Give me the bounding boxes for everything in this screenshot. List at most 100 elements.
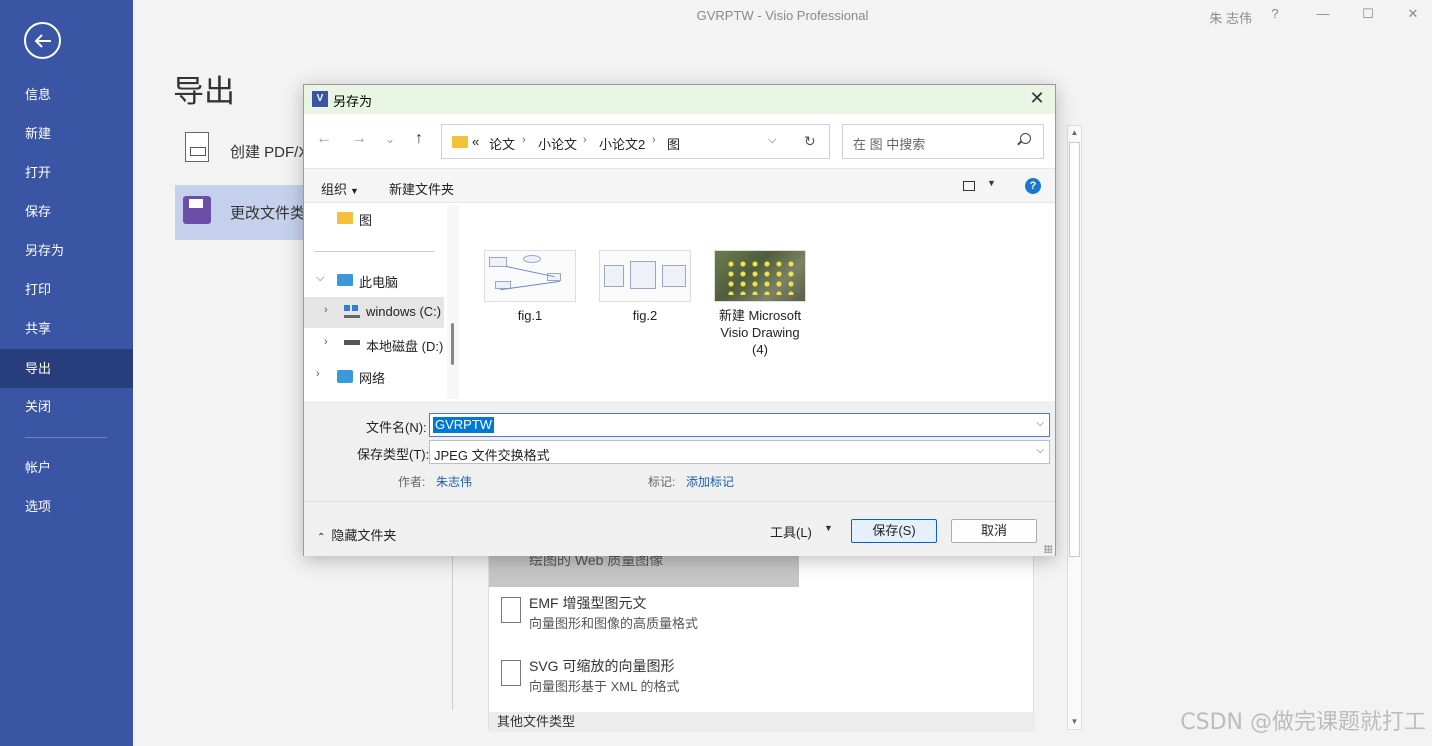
author-value[interactable]: 朱志伟 xyxy=(436,473,472,490)
refresh-icon[interactable]: ↻ xyxy=(804,133,816,150)
help-icon[interactable]: ? xyxy=(1025,178,1041,194)
address-bar[interactable]: « 论文 › 小论文 › 小论文2 › 图 ⌵ ↻ xyxy=(441,124,830,159)
nav-close[interactable]: 关闭 xyxy=(0,387,133,426)
breadcrumb-xiaolunwen2[interactable]: 小论文2 xyxy=(599,134,645,153)
breadcrumb-overflow[interactable]: « xyxy=(472,134,479,149)
minimize-button[interactable]: — xyxy=(1313,6,1333,21)
hide-folders-label: 隐藏文件夹 xyxy=(331,528,397,543)
back-arrow-icon[interactable] xyxy=(24,22,61,59)
cancel-button[interactable]: 取消 xyxy=(951,519,1037,543)
file-name-line-2: Visio Drawing xyxy=(720,325,800,340)
tags-label: 标记: xyxy=(648,475,676,489)
save-button[interactable]: 保存(S) xyxy=(851,519,937,543)
save-type-select[interactable]: JPEG 文件交换格式 ⌵ xyxy=(429,440,1050,464)
breadcrumb-tu[interactable]: 图 xyxy=(667,134,680,153)
nav-options[interactable]: 选项 xyxy=(0,487,133,526)
search-input[interactable]: 在 图 中搜索 xyxy=(853,134,925,153)
create-pdf-option[interactable]: 创建 PDF/X xyxy=(175,124,310,179)
nav-export[interactable]: 导出 xyxy=(0,349,133,388)
chevron-right-icon[interactable]: › xyxy=(324,336,328,348)
folder-icon xyxy=(337,212,353,224)
nav-open[interactable]: 打开 xyxy=(0,153,133,192)
maximize-button[interactable]: ☐ xyxy=(1358,6,1378,22)
backstage-nav: 信息 新建 打开 保存 另存为 打印 共享 导出 关闭 帐户 选项 xyxy=(0,0,133,746)
add-tags-link[interactable]: 添加标记 xyxy=(686,473,734,490)
change-file-type-option[interactable]: 更改文件类 xyxy=(175,185,310,240)
file-type-web-image[interactable]: 绘图的 Web 质量图像 xyxy=(489,552,799,587)
tree-item-windows-c[interactable]: › windows (C:) xyxy=(304,297,444,328)
file-item-visio-drawing-4[interactable]: 新建 Microsoft Visio Drawing (4) xyxy=(710,250,810,358)
recent-locations-icon[interactable]: ⌄ xyxy=(380,132,400,146)
bottom-divider xyxy=(304,501,1055,502)
scroll-thumb[interactable] xyxy=(1069,142,1080,557)
nav-account[interactable]: 帐户 xyxy=(0,448,133,487)
caret-down-icon[interactable]: ▼ xyxy=(987,178,996,188)
page-title: 导出 xyxy=(173,74,235,109)
organize-button[interactable]: 组织 ▼ xyxy=(321,179,359,198)
hide-folders-button[interactable]: ⌃ 隐藏文件夹 xyxy=(317,525,396,544)
user-name[interactable]: 朱 志伟 xyxy=(1209,8,1252,27)
file-type-list: 绘图的 Web 质量图像 EMF 增强型图元文 向量图形和图像的高质量格式 SV… xyxy=(488,552,1035,732)
view-options-icon[interactable] xyxy=(963,181,975,191)
up-folder-icon[interactable]: ↑ xyxy=(409,130,429,148)
tree-scroll-thumb[interactable] xyxy=(451,323,454,365)
other-file-types-header: 其他文件类型 xyxy=(489,712,1035,732)
file-item-fig1[interactable]: fig.1 xyxy=(480,250,580,324)
breadcrumb-lunwen[interactable]: 论文 xyxy=(489,134,515,153)
chevron-down-icon[interactable]: ⌵ xyxy=(768,134,776,147)
dialog-bottom-panel: 文件名(N): GVRPTW ⌵ 保存类型(T): JPEG 文件交换格式 ⌵ … xyxy=(304,401,1055,556)
tree-item-network[interactable]: › 网络 xyxy=(304,361,444,392)
nav-print[interactable]: 打印 xyxy=(0,270,133,309)
forward-icon[interactable]: → xyxy=(349,130,369,148)
search-icon[interactable] xyxy=(1020,133,1031,144)
chevron-right-icon[interactable]: › xyxy=(316,368,320,380)
file-name-visio-drawing-4: 新建 Microsoft Visio Drawing (4) xyxy=(710,307,810,358)
tools-button[interactable]: 工具(L) xyxy=(770,522,812,541)
nav-share[interactable]: 共享 xyxy=(0,309,133,348)
network-icon xyxy=(337,370,353,383)
nav-save-as[interactable]: 另存为 xyxy=(0,231,133,270)
caret-down-icon[interactable]: ▼ xyxy=(824,523,833,533)
file-name-fig2: fig.2 xyxy=(632,308,658,323)
search-box[interactable]: 在 图 中搜索 xyxy=(842,124,1044,159)
svg-file-icon xyxy=(501,660,521,686)
file-type-emf[interactable]: EMF 增强型图元文 向量图形和图像的高质量格式 xyxy=(489,589,1035,645)
nav-info[interactable]: 信息 xyxy=(0,75,133,114)
tree-item-tu[interactable]: 图 xyxy=(304,203,444,234)
back-icon[interactable]: ← xyxy=(314,130,334,148)
scroll-up-icon[interactable]: ▲ xyxy=(1068,126,1081,140)
windows-drive-icon xyxy=(344,305,360,319)
file-type-svg-title: SVG 可缩放的向量图形 xyxy=(529,658,675,674)
nav-new[interactable]: 新建 xyxy=(0,114,133,153)
help-button[interactable]: ? xyxy=(1265,6,1285,21)
chevron-down-icon[interactable]: ⌵ xyxy=(1036,418,1044,429)
folder-icon xyxy=(452,136,468,148)
file-type-svg[interactable]: SVG 可缩放的向量图形 向量图形基于 XML 的格式 xyxy=(489,652,1035,708)
tree-item-this-pc-label: 此电脑 xyxy=(359,275,399,290)
page-scrollbar[interactable]: ▲ ▼ xyxy=(1067,125,1082,730)
file-name-line-3: (4) xyxy=(752,342,768,357)
save-as-icon xyxy=(183,196,211,224)
resize-grip-icon[interactable] xyxy=(1044,545,1052,553)
author-label: 作者: xyxy=(398,475,426,489)
chevron-down-icon[interactable]: ⌵ xyxy=(316,272,324,285)
chevron-up-icon: ⌃ xyxy=(317,532,326,543)
file-item-fig2[interactable]: fig.2 xyxy=(595,250,695,324)
chevron-right-icon[interactable]: › xyxy=(324,304,328,316)
content-divider xyxy=(452,555,453,710)
breadcrumb-xiaolunwen[interactable]: 小论文 xyxy=(538,134,577,153)
nav-save[interactable]: 保存 xyxy=(0,192,133,231)
tree-item-tu-label: 图 xyxy=(359,213,373,228)
scroll-down-icon[interactable]: ▼ xyxy=(1068,715,1081,729)
file-thumbnail-diagram xyxy=(484,250,576,302)
chevron-down-icon[interactable]: ⌵ xyxy=(1036,445,1044,456)
dialog-close-button[interactable]: ✕ xyxy=(1027,88,1047,109)
new-folder-button[interactable]: 新建文件夹 xyxy=(389,179,454,198)
tree-item-local-d[interactable]: › 本地磁盘 (D:) xyxy=(304,329,444,360)
filename-input[interactable]: GVRPTW ⌵ xyxy=(429,413,1050,437)
close-window-button[interactable]: ✕ xyxy=(1403,6,1423,22)
file-thumbnail-map xyxy=(714,250,806,302)
tree-item-this-pc[interactable]: ⌵ 此电脑 xyxy=(304,265,444,296)
file-type-svg-desc: 向量图形基于 XML 的格式 xyxy=(529,679,680,694)
tree-scrollbar[interactable] xyxy=(447,205,459,399)
